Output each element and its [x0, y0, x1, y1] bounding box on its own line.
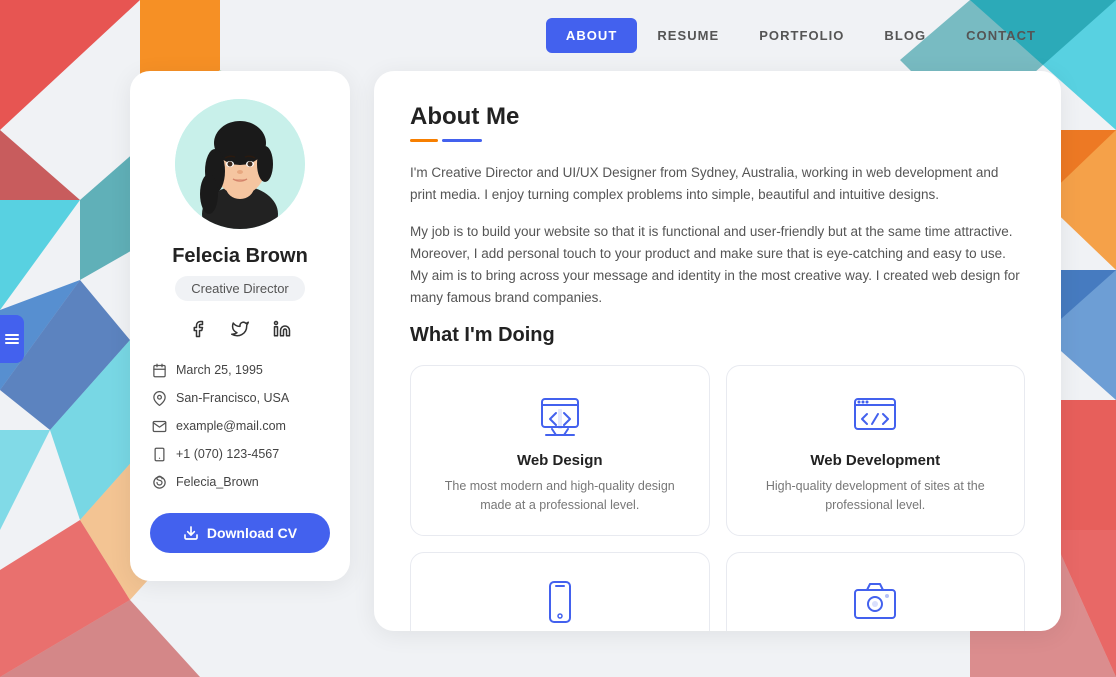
nav-portfolio[interactable]: PORTFOLIO — [739, 18, 864, 53]
about-title: About Me — [410, 103, 1025, 131]
menu-icon — [5, 333, 19, 345]
underline-blue — [442, 139, 482, 142]
service-web-dev-name: Web Development — [810, 452, 940, 469]
service-web-dev: Web Development High-quality development… — [726, 365, 1026, 537]
facebook-icon[interactable] — [184, 315, 212, 343]
info-list: March 25, 1995 San-Francisco, USA exampl… — [150, 361, 330, 491]
services-grid: Web Design The most modern and high-qual… — [410, 365, 1025, 631]
email-text: example@mail.com — [176, 419, 286, 433]
phone-text: +1 (070) 123-4567 — [176, 447, 279, 461]
birthday-info: March 25, 1995 — [150, 361, 330, 379]
main-card: About Me I'm Creative Director and UI/UX… — [374, 71, 1061, 631]
email-icon — [150, 417, 168, 435]
title-underline — [410, 139, 1025, 142]
location-icon — [150, 389, 168, 407]
phone-icon — [150, 445, 168, 463]
birthday-text: March 25, 1995 — [176, 363, 263, 377]
navbar: ABOUT RESUME PORTFOLIO BLOG CONTACT — [0, 0, 1116, 53]
skype-text: Felecia_Brown — [176, 475, 259, 489]
profile-name: Felecia Brown — [172, 245, 308, 268]
download-label: Download CV — [207, 525, 297, 541]
service-mobile: Mobile Apps — [410, 552, 710, 631]
twitter-icon[interactable] — [226, 315, 254, 343]
web-design-icon — [535, 390, 585, 440]
social-links — [184, 315, 296, 343]
sidebar-toggle-button[interactable] — [0, 315, 24, 363]
location-info: San-Francisco, USA — [150, 389, 330, 407]
sidebar-card: Felecia Brown Creative Director — [130, 71, 350, 581]
content-area: Felecia Brown Creative Director — [0, 53, 1116, 677]
service-web-design-desc: The most modern and high-quality design … — [431, 477, 689, 516]
mobile-icon — [535, 577, 585, 627]
skype-icon — [150, 473, 168, 491]
doing-title: What I'm Doing — [410, 324, 1025, 347]
last-name: Brown — [246, 245, 308, 267]
service-web-design-name: Web Design — [517, 452, 603, 469]
linkedin-icon[interactable] — [268, 315, 296, 343]
nav-resume[interactable]: RESUME — [637, 18, 739, 53]
service-photography: Photography — [726, 552, 1026, 631]
underline-orange — [410, 139, 438, 142]
skype-info: Felecia_Brown — [150, 473, 330, 491]
web-dev-icon — [850, 390, 900, 440]
service-web-dev-desc: High-quality development of sites at the… — [747, 477, 1005, 516]
nav-about[interactable]: ABOUT — [546, 18, 637, 53]
nav-blog[interactable]: BLOG — [864, 18, 946, 53]
about-paragraph-2: My job is to build your website so that … — [410, 221, 1025, 310]
avatar — [175, 99, 305, 229]
email-info: example@mail.com — [150, 417, 330, 435]
about-paragraph-1: I'm Creative Director and UI/UX Designer… — [410, 162, 1025, 207]
calendar-icon — [150, 361, 168, 379]
download-icon — [183, 525, 199, 541]
service-web-design: Web Design The most modern and high-qual… — [410, 365, 710, 537]
role-badge: Creative Director — [175, 276, 305, 301]
location-text: San-Francisco, USA — [176, 391, 289, 405]
phone-info: +1 (070) 123-4567 — [150, 445, 330, 463]
first-name: Felecia — [172, 245, 245, 267]
nav-contact[interactable]: CONTACT — [946, 18, 1056, 53]
photography-icon — [850, 577, 900, 627]
download-cv-button[interactable]: Download CV — [150, 513, 330, 553]
